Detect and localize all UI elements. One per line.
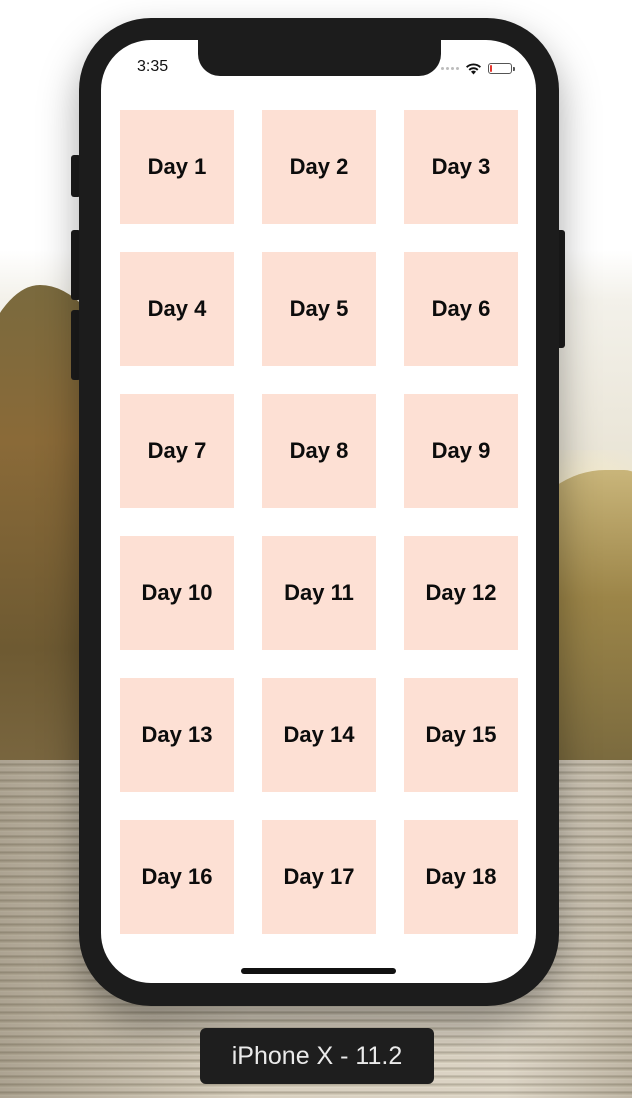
day-grid: Day 1 Day 2 Day 3 Day 4 Day 5 Day 6 Day 7 Day 8… bbox=[120, 110, 518, 934]
day-tile[interactable]: Day 9 bbox=[404, 394, 518, 508]
day-tile[interactable]: Day 15 bbox=[404, 678, 518, 792]
day-tile[interactable]: Day 12 bbox=[404, 536, 518, 650]
day-tile[interactable]: Day 3 bbox=[404, 110, 518, 224]
day-tile[interactable]: Day 10 bbox=[120, 536, 234, 650]
day-tile[interactable]: Day 16 bbox=[120, 820, 234, 934]
day-tile[interactable]: Day 13 bbox=[120, 678, 234, 792]
status-time: 3:35 bbox=[137, 58, 169, 75]
day-tile[interactable]: Day 11 bbox=[262, 536, 376, 650]
wifi-icon bbox=[466, 62, 481, 74]
day-tile[interactable]: Day 4 bbox=[120, 252, 234, 366]
battery-level-fill bbox=[490, 64, 492, 72]
home-indicator[interactable] bbox=[241, 968, 396, 974]
day-tile[interactable]: Day 17 bbox=[262, 820, 376, 934]
day-tile[interactable]: Day 18 bbox=[404, 820, 518, 934]
day-tile[interactable]: Day 5 bbox=[262, 252, 376, 366]
day-tile[interactable]: Day 2 bbox=[262, 110, 376, 224]
day-tile[interactable]: Day 14 bbox=[262, 678, 376, 792]
day-tile[interactable]: Day 8 bbox=[262, 394, 376, 508]
signal-icon bbox=[441, 66, 459, 70]
day-tile[interactable]: Day 6 bbox=[404, 252, 518, 366]
device-screen: 3:35 Day 1 Day 2 Day 3 Day 4 Day 5 Day 6 Day 7… bbox=[101, 40, 536, 983]
battery-icon bbox=[488, 62, 515, 74]
device-notch bbox=[198, 40, 441, 76]
day-tile[interactable]: Day 7 bbox=[120, 394, 234, 508]
device-name-label: iPhone X - 11.2 bbox=[200, 1028, 434, 1084]
status-indicators bbox=[441, 60, 515, 76]
day-tile[interactable]: Day 1 bbox=[120, 110, 234, 224]
